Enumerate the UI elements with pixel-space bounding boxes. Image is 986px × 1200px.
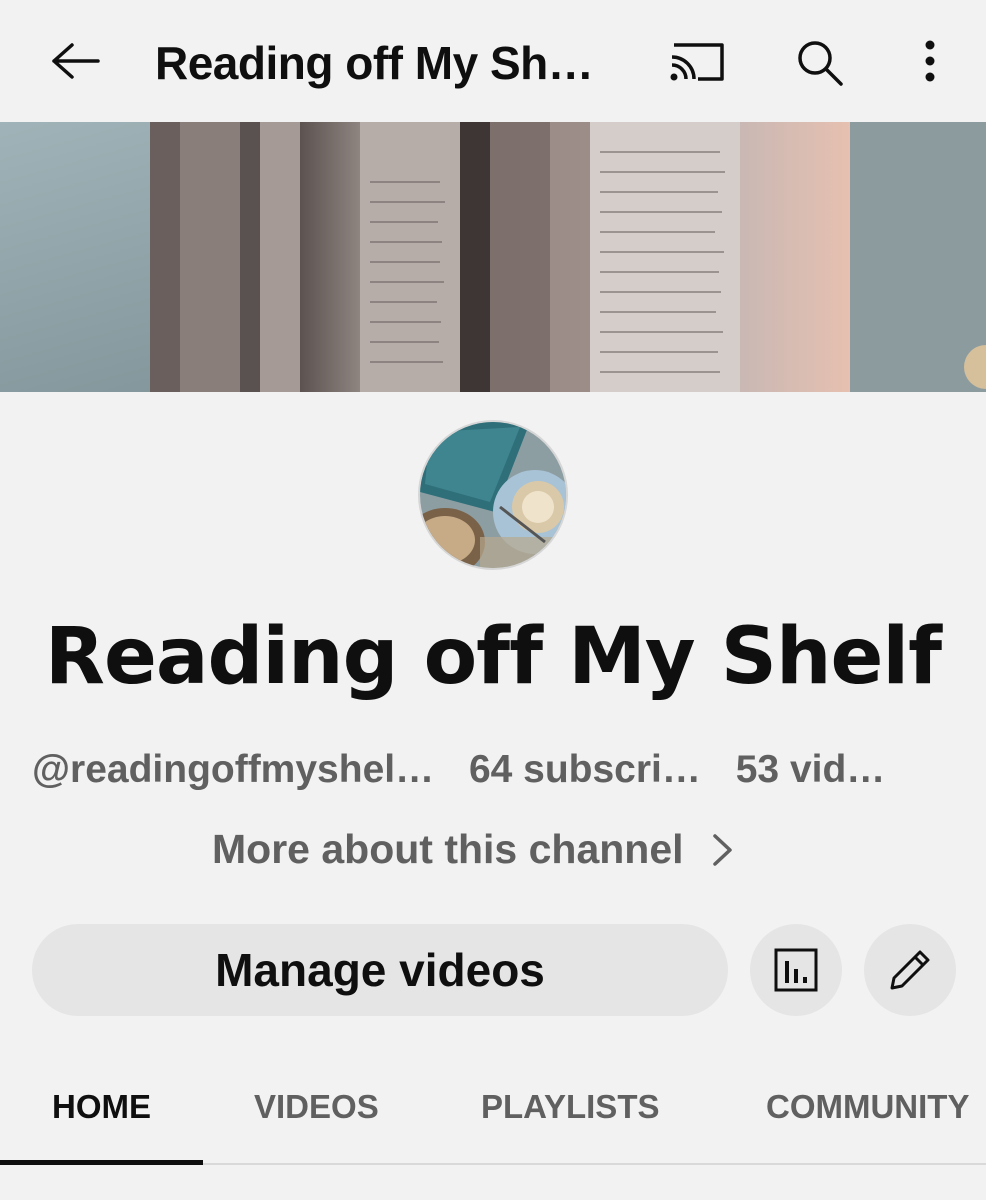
app-bar-title: Reading off My Sh… [155, 37, 594, 89]
tab-home[interactable]: HOME [52, 1088, 151, 1126]
tab-videos[interactable]: VIDEOS [254, 1088, 379, 1126]
tab-community[interactable]: COMMUNITY [766, 1088, 969, 1126]
analytics-button[interactable] [750, 924, 842, 1016]
more-about-label: More about this channel [212, 826, 684, 872]
more-about-link[interactable]: More about this channel [212, 826, 736, 873]
manage-videos-button[interactable]: Manage videos [32, 924, 728, 1016]
back-arrow-icon[interactable] [44, 36, 104, 86]
video-count: 53 vid… [735, 748, 886, 791]
active-tab-indicator [0, 1160, 203, 1165]
more-vert-icon[interactable] [908, 36, 952, 86]
subscriber-count: 64 subscri… [468, 748, 701, 791]
channel-name: Reading off My Shelf [44, 612, 942, 702]
channel-avatar[interactable] [418, 420, 568, 570]
channel-meta: @readingoffmyshel… 64 subscri… 53 vid… [32, 748, 909, 792]
tab-playlists[interactable]: PLAYLISTS [481, 1088, 660, 1126]
analytics-icon [774, 948, 818, 992]
search-icon[interactable] [790, 36, 850, 90]
top-app-bar: Reading off My Sh… [0, 0, 986, 122]
channel-tabs: HOME VIDEOS PLAYLISTS COMMUNITY [0, 1060, 986, 1164]
edit-channel-button[interactable] [864, 924, 956, 1016]
edit-pencil-icon [890, 950, 930, 990]
cast-icon[interactable] [662, 36, 732, 86]
channel-banner [0, 122, 986, 392]
channel-handle: @readingoffmyshel… [32, 748, 435, 791]
chevron-right-icon [712, 833, 732, 866]
